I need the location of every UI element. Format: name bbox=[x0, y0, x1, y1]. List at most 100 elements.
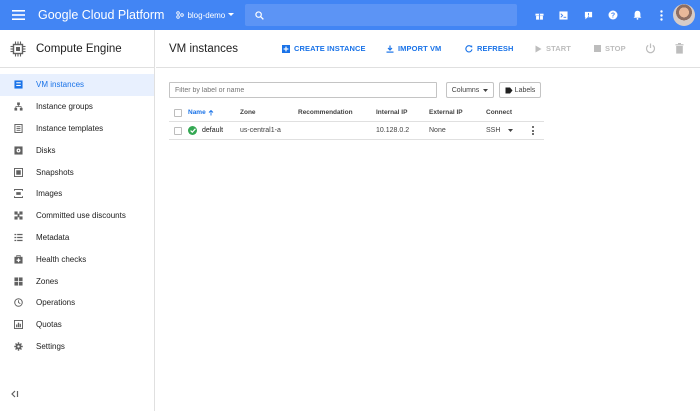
search-icon bbox=[255, 10, 264, 20]
chevron-down-icon bbox=[228, 13, 235, 16]
stop-label: STOP bbox=[605, 44, 626, 53]
collapse-sidebar-button[interactable] bbox=[10, 385, 19, 403]
alert-icon[interactable] bbox=[576, 0, 601, 30]
sidebar-item-label: Instance templates bbox=[36, 123, 104, 133]
column-header-zone[interactable]: Zone bbox=[240, 109, 256, 116]
instance-templates-icon bbox=[0, 123, 36, 133]
delete-icon bbox=[675, 43, 684, 54]
ssh-connect-button[interactable]: SSH bbox=[486, 127, 514, 134]
vm-instances-table: Name Zone Recommendation Internal IP Ext… bbox=[169, 104, 544, 140]
sidebar-item-quotas[interactable]: Quotas bbox=[0, 314, 154, 336]
compute-engine-icon bbox=[0, 41, 36, 57]
refresh-icon bbox=[465, 44, 473, 52]
disks-icon bbox=[0, 146, 36, 155]
sidebar-item-images[interactable]: Images bbox=[0, 183, 154, 205]
stop-icon bbox=[594, 45, 601, 52]
column-header-name[interactable]: Name bbox=[188, 109, 214, 116]
sidebar-item-label: VM instances bbox=[36, 80, 85, 90]
add-box-icon bbox=[282, 44, 290, 53]
start-button[interactable]: START bbox=[535, 44, 571, 53]
gift-icon[interactable] bbox=[527, 0, 552, 30]
collapse-icon bbox=[11, 390, 19, 398]
filter-row: Columns Labels bbox=[156, 82, 700, 99]
labels-label: Labels bbox=[514, 86, 536, 94]
status-running-icon bbox=[188, 126, 197, 135]
instance-name-link[interactable]: default bbox=[202, 127, 223, 134]
column-header-external-ip[interactable]: External IP bbox=[429, 109, 463, 116]
instance-groups-icon bbox=[0, 102, 36, 111]
row-checkbox[interactable] bbox=[174, 126, 182, 135]
create-instance-label: CREATE INSTANCE bbox=[294, 44, 366, 53]
import-vm-button[interactable]: IMPORT VM bbox=[386, 44, 441, 53]
delete-button[interactable] bbox=[675, 43, 684, 54]
instance-internal-ip: 10.128.0.2 bbox=[376, 127, 410, 134]
column-header-recommendation[interactable]: Recommendation bbox=[298, 109, 353, 116]
sidebar-item-label: Images bbox=[36, 189, 63, 199]
reset-button[interactable] bbox=[645, 43, 656, 54]
instance-zone: us-central1-a bbox=[240, 127, 281, 134]
sidebar-item-metadata[interactable]: Metadata bbox=[0, 227, 154, 249]
sidebar-item-label: Metadata bbox=[36, 232, 70, 242]
columns-label: Columns bbox=[451, 86, 480, 94]
product-header: Compute Engine bbox=[0, 30, 154, 68]
sidebar-item-label: Committed use discounts bbox=[36, 211, 126, 221]
notifications-icon[interactable] bbox=[625, 0, 650, 30]
sidebar-item-instance-templates[interactable]: Instance templates bbox=[0, 118, 154, 140]
chevron-down-icon bbox=[508, 129, 514, 132]
sidebar: Compute Engine VM instances Instance gro… bbox=[0, 30, 155, 411]
avatar[interactable] bbox=[673, 4, 695, 26]
console-icon[interactable] bbox=[552, 0, 577, 30]
instance-external-ip: None bbox=[429, 127, 446, 134]
sidebar-item-label: Instance groups bbox=[36, 102, 93, 112]
import-icon bbox=[386, 45, 394, 53]
chevron-down-icon bbox=[483, 88, 489, 92]
snapshots-icon bbox=[0, 167, 36, 177]
settings-icon bbox=[0, 342, 36, 351]
import-vm-label: IMPORT VM bbox=[398, 44, 442, 53]
reset-icon bbox=[645, 43, 656, 54]
sidebar-item-zones[interactable]: Zones bbox=[0, 270, 154, 292]
start-label: START bbox=[546, 44, 571, 53]
more-vert-icon[interactable] bbox=[650, 0, 675, 30]
column-header-internal-ip[interactable]: Internal IP bbox=[376, 109, 407, 116]
vm-instances-icon bbox=[0, 80, 36, 89]
sidebar-item-vm-instances[interactable]: VM instances bbox=[0, 74, 154, 96]
sidebar-item-instance-groups[interactable]: Instance groups bbox=[0, 96, 154, 118]
columns-button[interactable]: Columns bbox=[446, 82, 494, 98]
sidebar-item-snapshots[interactable]: Snapshots bbox=[0, 161, 154, 183]
ssh-label: SSH bbox=[486, 127, 501, 134]
play-icon bbox=[535, 45, 542, 52]
sidebar-item-label: Settings bbox=[36, 341, 65, 351]
refresh-label: REFRESH bbox=[477, 44, 514, 53]
refresh-button[interactable]: REFRESH bbox=[465, 44, 514, 53]
project-selector[interactable]: blog-demo bbox=[176, 10, 235, 20]
committed-use-icon bbox=[0, 211, 36, 220]
table-row: default us-central1-a 10.128.0.2 None SS… bbox=[169, 122, 544, 140]
project-icon bbox=[176, 11, 185, 19]
svg-text:?: ? bbox=[611, 13, 615, 20]
row-more-actions-icon[interactable] bbox=[529, 126, 537, 135]
toolbar: VM instances CREATE INSTANCE IMPORT VM R… bbox=[156, 30, 700, 68]
sidebar-item-committed-use-discounts[interactable]: Committed use discounts bbox=[0, 205, 154, 227]
create-instance-button[interactable]: CREATE INSTANCE bbox=[282, 44, 366, 53]
main-content: VM instances CREATE INSTANCE IMPORT VM R… bbox=[156, 30, 700, 411]
help-icon[interactable]: ? bbox=[601, 0, 626, 30]
images-icon bbox=[0, 189, 36, 199]
column-header-connect[interactable]: Connect bbox=[486, 109, 512, 116]
project-name: blog-demo bbox=[187, 10, 226, 20]
search-input[interactable] bbox=[245, 4, 517, 26]
stop-button[interactable]: STOP bbox=[594, 44, 626, 53]
sidebar-item-disks[interactable]: Disks bbox=[0, 139, 154, 161]
sidebar-item-operations[interactable]: Operations bbox=[0, 292, 154, 314]
zones-icon bbox=[0, 277, 36, 286]
labels-button[interactable]: Labels bbox=[499, 82, 541, 98]
sidebar-item-settings[interactable]: Settings bbox=[0, 336, 154, 358]
sidebar-item-health-checks[interactable]: Health checks bbox=[0, 248, 154, 270]
filter-input[interactable] bbox=[169, 82, 437, 98]
sidebar-nav: VM instances Instance groups Instance te… bbox=[0, 74, 154, 357]
label-tag-icon bbox=[505, 87, 513, 93]
menu-icon[interactable] bbox=[0, 0, 36, 30]
select-all-checkbox[interactable] bbox=[174, 108, 182, 117]
sidebar-item-label: Zones bbox=[36, 276, 59, 286]
brand-title[interactable]: Google Cloud Platform bbox=[38, 8, 164, 22]
